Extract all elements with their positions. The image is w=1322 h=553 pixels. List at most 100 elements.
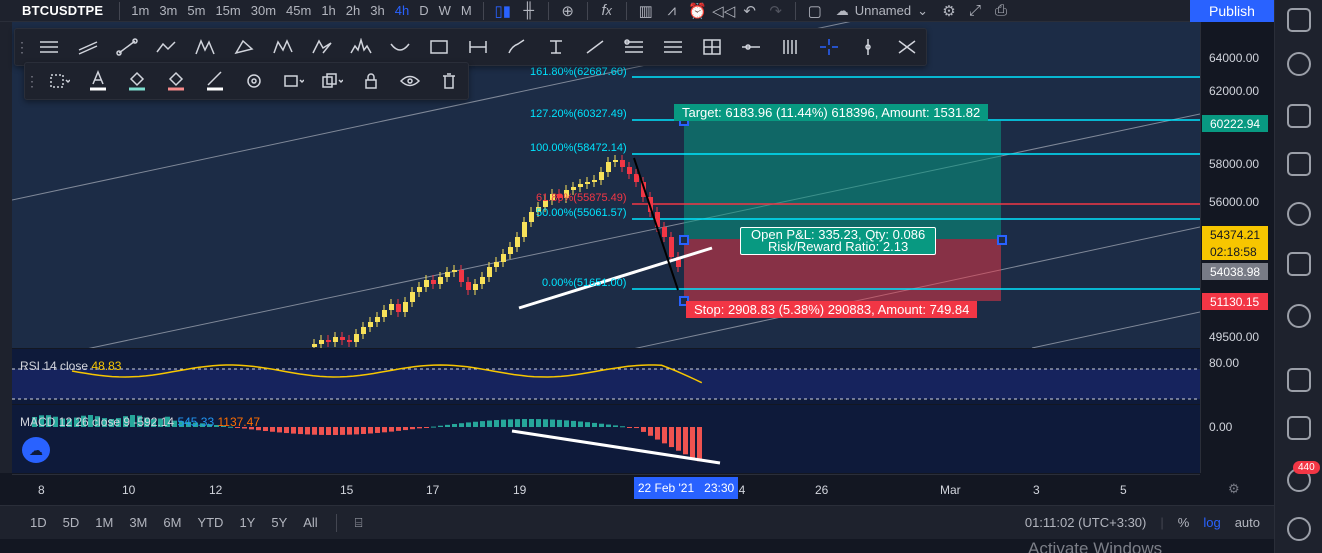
camera-icon[interactable]: ⎙ xyxy=(988,0,1014,22)
alarm-icon[interactable] xyxy=(1287,52,1311,76)
publish-button[interactable]: Publish xyxy=(1190,0,1274,22)
pattern-icon[interactable] xyxy=(185,29,224,65)
settings-icon[interactable]: ⚙ xyxy=(936,0,962,22)
fib-extension-icon[interactable] xyxy=(653,29,692,65)
head-shoulders-icon[interactable] xyxy=(341,29,380,65)
ideas-icon[interactable] xyxy=(1287,304,1311,328)
template-icon[interactable] xyxy=(39,63,78,99)
line-color-icon[interactable] xyxy=(195,63,234,99)
timeframe-3m[interactable]: 3m xyxy=(154,3,182,18)
fx-icon[interactable]: fx xyxy=(594,0,620,22)
add-icon[interactable]: ⊕ xyxy=(555,0,581,22)
fill-color-icon[interactable] xyxy=(117,63,156,99)
visibility-icon[interactable] xyxy=(390,63,429,99)
macd-bar xyxy=(585,422,590,427)
vline-icon[interactable] xyxy=(848,29,887,65)
crosshair-icon[interactable] xyxy=(809,29,848,65)
path-icon[interactable] xyxy=(146,29,185,65)
xabcd-icon[interactable] xyxy=(263,29,302,65)
remove-drawings-icon[interactable] xyxy=(887,29,926,65)
timeframe-30m[interactable]: 30m xyxy=(246,3,281,18)
date-range-icon[interactable] xyxy=(458,29,497,65)
range-1d[interactable]: 1D xyxy=(22,515,55,530)
alert-icon[interactable]: ⏰ xyxy=(685,0,711,22)
elliott-icon[interactable] xyxy=(302,29,341,65)
axis-settings-icon[interactable]: ⚙ xyxy=(1228,481,1240,497)
candles-icon[interactable]: ▯▮ xyxy=(490,0,516,22)
range-3m[interactable]: 3M xyxy=(121,515,155,530)
macd-pane[interactable]: MACD 12 26 close 9 -592.14 545.33 1137.4… xyxy=(12,405,1200,473)
crosshair-box-icon[interactable] xyxy=(692,29,731,65)
timeframe-4h[interactable]: 4h xyxy=(390,3,414,18)
details-icon[interactable] xyxy=(1287,104,1311,128)
range-ytd[interactable]: YTD xyxy=(189,515,231,530)
fullscreen-icon[interactable]: ▢ xyxy=(802,0,828,22)
hotlist-icon[interactable] xyxy=(1287,252,1311,276)
trendline-icon[interactable] xyxy=(107,29,146,65)
brush-icon[interactable] xyxy=(497,29,536,65)
undo-icon[interactable]: ↶ xyxy=(737,0,763,22)
clock[interactable]: 01:11:02 (UTC+3:30) xyxy=(1025,515,1147,530)
percent-toggle[interactable]: % xyxy=(1178,515,1190,530)
messages-icon[interactable] xyxy=(1287,416,1311,440)
rsi-pane[interactable]: RSI 14 close 48.83 xyxy=(12,349,1200,404)
time-axis[interactable]: 8 10 12 15 17 19 24 26 Mar 3 5 22 Feb '2… xyxy=(12,474,1240,504)
lock-icon[interactable] xyxy=(351,63,390,99)
hlines-icon[interactable] xyxy=(29,29,68,65)
watchlist-icon[interactable] xyxy=(1287,8,1311,32)
timeframe-2h[interactable]: 2h xyxy=(341,3,365,18)
timeframe-1h[interactable]: 1h xyxy=(316,3,340,18)
range-6m[interactable]: 6M xyxy=(155,515,189,530)
ray-icon[interactable] xyxy=(575,29,614,65)
arc-icon[interactable] xyxy=(380,29,419,65)
news-icon[interactable] xyxy=(1287,152,1311,176)
divider xyxy=(335,513,337,532)
timeframe-d[interactable]: D xyxy=(414,3,433,18)
delete-icon[interactable] xyxy=(429,63,468,99)
layout-menu[interactable]: ☁ Unnamed ⌄ xyxy=(828,3,936,19)
channel-icon[interactable] xyxy=(68,29,107,65)
range-1m[interactable]: 1M xyxy=(87,515,121,530)
hray-icon[interactable] xyxy=(731,29,770,65)
drag-handle-icon[interactable]: ⋮ xyxy=(25,63,39,99)
range-1y[interactable]: 1Y xyxy=(231,515,263,530)
range-5y[interactable]: 5Y xyxy=(263,515,295,530)
fib-retracement-icon[interactable] xyxy=(614,29,653,65)
last-price-tag: 54374.21 xyxy=(1202,226,1268,243)
templates-icon[interactable]: ▥ xyxy=(633,0,659,22)
macd-bar xyxy=(277,427,282,433)
auto-toggle[interactable]: auto xyxy=(1235,515,1260,530)
grid-lines-icon[interactable] xyxy=(770,29,809,65)
replay-icon[interactable]: ◁◁ xyxy=(711,0,737,22)
range-all[interactable]: All xyxy=(295,515,325,530)
triangle-icon[interactable] xyxy=(224,29,263,65)
background-color-icon[interactable] xyxy=(156,63,195,99)
price-scale[interactable]: 64000.00 62000.00 58000.00 56000.00 4950… xyxy=(1200,22,1274,473)
chat-icon[interactable] xyxy=(1287,368,1311,392)
timeframe-45m[interactable]: 45m xyxy=(281,3,316,18)
strategy-icon[interactable]: ⩘ xyxy=(659,0,685,22)
drag-handle-icon[interactable]: ⋮ xyxy=(15,29,29,65)
text-tool-icon[interactable] xyxy=(536,29,575,65)
candle xyxy=(326,340,331,342)
bars-chart-icon[interactable]: ╫ xyxy=(516,0,542,22)
layers-icon[interactable] xyxy=(273,63,312,99)
range-5d[interactable]: 5D xyxy=(55,515,88,530)
timeframe-15m[interactable]: 15m xyxy=(210,3,245,18)
timeframe-3h[interactable]: 3h xyxy=(365,3,389,18)
timeframe-w[interactable]: W xyxy=(434,3,456,18)
settings-icon[interactable] xyxy=(234,63,273,99)
rectangle-icon[interactable] xyxy=(419,29,458,65)
timeframe-1m[interactable]: 1m xyxy=(126,3,154,18)
timeframe-5m[interactable]: 5m xyxy=(182,3,210,18)
symbol-search[interactable]: BTCUSDTPE xyxy=(0,3,113,18)
date-range-icon[interactable]: ⌸ xyxy=(347,515,371,531)
data-window-icon[interactable] xyxy=(1287,202,1311,226)
text-color-icon[interactable] xyxy=(78,63,117,99)
streams-icon[interactable] xyxy=(1287,517,1311,541)
expand-icon[interactable]: ⤢ xyxy=(962,0,988,22)
redo-icon[interactable]: ↷ xyxy=(763,0,789,22)
timeframe-m[interactable]: M xyxy=(456,3,477,18)
clone-icon[interactable] xyxy=(312,63,351,99)
log-toggle[interactable]: log xyxy=(1203,515,1220,530)
